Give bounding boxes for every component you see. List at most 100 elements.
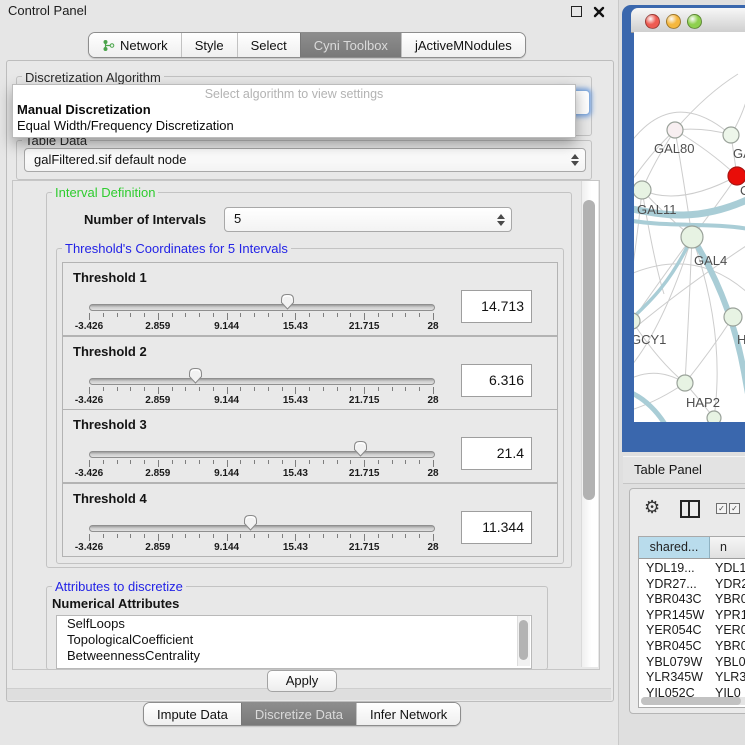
slider-track[interactable] xyxy=(89,451,435,458)
column-header-name[interactable]: n xyxy=(710,537,745,558)
number-of-intervals-value: 5 xyxy=(234,208,241,230)
horizontal-scrollbar-track[interactable] xyxy=(641,697,745,705)
network-edge[interactable] xyxy=(685,317,733,383)
network-icon xyxy=(102,39,115,52)
threshold-value-field[interactable]: 11.344 xyxy=(461,511,532,544)
slider-handle[interactable] xyxy=(353,440,368,457)
network-node[interactable] xyxy=(667,122,683,138)
slider-handle[interactable] xyxy=(280,293,295,310)
network-node[interactable] xyxy=(634,313,640,329)
table-row[interactable]: YLR345WYLR3 xyxy=(639,670,745,686)
network-node[interactable] xyxy=(634,181,651,199)
network-edge[interactable] xyxy=(685,237,692,383)
network-node[interactable] xyxy=(677,375,693,391)
combo-arrows-icon xyxy=(570,154,579,166)
network-edge-highlighted[interactable] xyxy=(634,237,692,324)
checked-box-icon[interactable]: ✓ xyxy=(729,503,740,514)
numerical-attributes-label: Numerical Attributes xyxy=(52,596,179,611)
slider-ticks xyxy=(89,387,433,395)
table-row[interactable]: YBR043CYBR0 xyxy=(639,592,745,608)
node-label: GCY1 xyxy=(634,332,666,347)
slider-ticks xyxy=(89,313,433,321)
network-edge[interactable] xyxy=(675,74,738,130)
bottom-tab-infer-network[interactable]: Infer Network xyxy=(356,703,460,725)
tab-cyni-toolbox[interactable]: Cyni Toolbox xyxy=(300,33,401,57)
slider-track[interactable] xyxy=(89,525,435,532)
panel-title: Control Panel xyxy=(8,3,87,18)
node-label: GAL80 xyxy=(654,141,694,156)
node-label: H xyxy=(737,332,745,347)
horizontal-scrollbar-thumb[interactable] xyxy=(641,697,741,705)
node-label: GA xyxy=(733,146,745,161)
attributes-scrollbar-thumb[interactable] xyxy=(519,620,528,660)
column-layout-icon[interactable] xyxy=(680,500,700,518)
node-table: shared... n YDL19...YDL1YDR27...YDR2YBR0… xyxy=(638,536,745,708)
network-node[interactable] xyxy=(723,127,739,143)
close-traffic-light[interactable] xyxy=(645,14,660,29)
settings-gear-icon[interactable]: ⚙ xyxy=(644,497,660,518)
number-of-intervals-combo[interactable]: 5 xyxy=(224,207,512,232)
tab-jactivemnodules[interactable]: jActiveMNodules xyxy=(401,33,525,57)
slider-track[interactable] xyxy=(89,304,435,311)
threshold-slider[interactable]: -3.4262.8599.14415.4321.71528 xyxy=(89,512,433,554)
slider-handle[interactable] xyxy=(243,514,258,531)
network-node[interactable] xyxy=(707,411,721,422)
network-view-window: GAL80GACGAL11GAL4GCY1HHAP2 xyxy=(622,5,745,452)
threshold-slider[interactable]: -3.4262.8599.14415.4321.71528 xyxy=(89,365,433,407)
column-header-shared-name[interactable]: shared... xyxy=(639,537,710,558)
threshold-slider[interactable]: -3.4262.8599.14415.4321.71528 xyxy=(89,291,433,333)
attribute-list-item[interactable]: TopologicalCoefficient xyxy=(57,632,531,648)
threshold-label: Threshold 2 xyxy=(73,344,147,359)
table-row[interactable]: YBR045CYBR0 xyxy=(639,639,745,655)
table-row[interactable]: YBL079WYBL0 xyxy=(639,655,745,671)
slider-track[interactable] xyxy=(89,378,435,385)
zoom-traffic-light[interactable] xyxy=(687,14,702,29)
network-canvas[interactable]: GAL80GACGAL11GAL4GCY1HHAP2 xyxy=(634,32,745,422)
attributes-group-title: Attributes to discretize xyxy=(52,579,186,594)
algorithm-option[interactable]: Equal Width/Frequency Discretization xyxy=(17,118,234,133)
attribute-list-item[interactable]: SelfLoops xyxy=(57,616,531,632)
bottom-tab-discretize-data[interactable]: Discretize Data xyxy=(241,703,356,725)
network-window-titlebar[interactable] xyxy=(631,8,745,33)
threshold-value-field[interactable]: 6.316 xyxy=(461,364,532,397)
tab-style[interactable]: Style xyxy=(181,33,237,57)
right-pane: GAL80GACGAL11GAL4GCY1HHAP2 Table Panel ⚙… xyxy=(618,0,745,745)
slider-handle[interactable] xyxy=(188,367,203,384)
threshold-value-field[interactable]: 21.4 xyxy=(461,437,532,470)
number-of-intervals-label: Number of Intervals xyxy=(84,212,206,227)
threshold-value-field[interactable]: 14.713 xyxy=(461,290,532,323)
table-row[interactable]: YER054CYER0 xyxy=(639,623,745,639)
table-panel-title: Table Panel xyxy=(634,462,702,477)
algorithm-option[interactable]: Manual Discretization xyxy=(17,102,151,117)
algorithm-dropdown-popup: Select algorithm to view settings Manual… xyxy=(12,84,576,138)
slider-tick-labels: -3.4262.8599.14415.4321.71528 xyxy=(89,321,433,333)
network-node[interactable] xyxy=(681,226,703,248)
table-row[interactable]: YDL19...YDL1 xyxy=(639,561,745,577)
network-node[interactable] xyxy=(724,308,742,326)
apply-button[interactable]: Apply xyxy=(267,670,337,692)
attribute-list-item[interactable]: BetweennessCentrality xyxy=(57,648,531,664)
slider-tick-labels: -3.4262.8599.14415.4321.71528 xyxy=(89,395,433,407)
threshold-slider[interactable]: -3.4262.8599.14415.4321.71528 xyxy=(89,438,433,480)
table-header-row: shared... n xyxy=(639,537,745,559)
close-icon[interactable] xyxy=(593,5,605,17)
node-label: C xyxy=(740,183,745,198)
table-data-combo-value: galFiltered.sif default node xyxy=(34,149,186,171)
numerical-attributes-list[interactable]: SelfLoopsTopologicalCoefficientBetweenne… xyxy=(56,615,532,669)
vertical-scrollbar-thumb[interactable] xyxy=(583,200,595,500)
top-tab-bar: NetworkStyleSelectCyni ToolboxjActiveMNo… xyxy=(88,32,526,58)
table-data-combo[interactable]: galFiltered.sif default node xyxy=(24,148,586,172)
node-label: GAL4 xyxy=(694,253,727,268)
bottom-tab-bar: Impute DataDiscretize DataInfer Network xyxy=(143,702,461,726)
tab-select[interactable]: Select xyxy=(237,33,300,57)
threshold-label: Threshold 4 xyxy=(73,491,147,506)
network-edge[interactable] xyxy=(642,176,737,196)
tab-network[interactable]: Network xyxy=(89,33,181,57)
checked-box-icon[interactable]: ✓ xyxy=(716,503,727,514)
control-panel-titlebar: Control Panel xyxy=(0,0,618,22)
table-row[interactable]: YDR27...YDR2 xyxy=(639,577,745,593)
minimize-traffic-light[interactable] xyxy=(666,14,681,29)
float-window-icon[interactable] xyxy=(571,6,582,17)
bottom-tab-impute-data[interactable]: Impute Data xyxy=(144,703,241,725)
table-row[interactable]: YPR145WYPR1 xyxy=(639,608,745,624)
